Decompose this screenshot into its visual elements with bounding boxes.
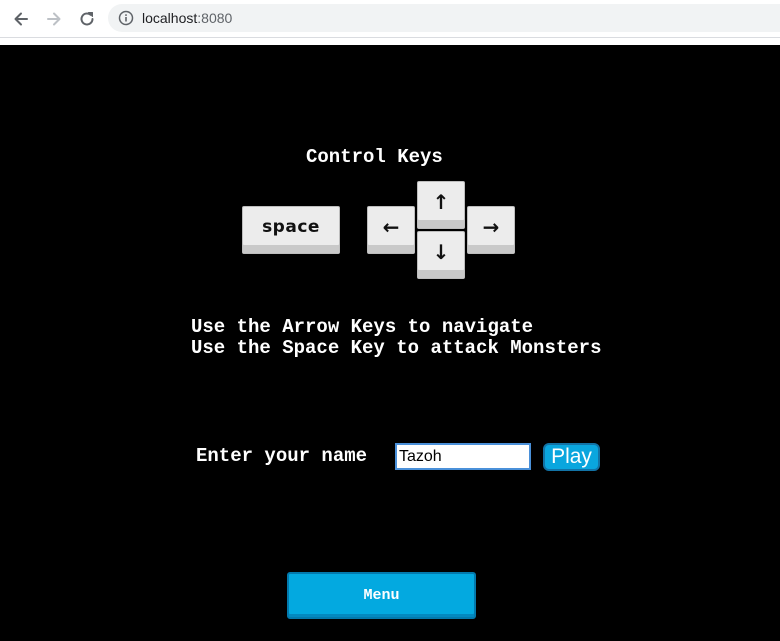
- left-arrow-glyph: ←: [382, 215, 400, 239]
- play-button[interactable]: Play: [543, 443, 600, 471]
- up-arrow-glyph: ↑: [432, 190, 450, 214]
- forward-arrow-icon[interactable]: [42, 7, 66, 31]
- right-arrow-glyph: →: [482, 215, 500, 239]
- url-text: localhost:8080: [142, 10, 232, 26]
- address-bar[interactable]: localhost:8080: [108, 4, 780, 32]
- browser-toolbar: localhost:8080: [0, 0, 780, 38]
- reload-icon[interactable]: [75, 7, 99, 31]
- right-arrow-key-icon: →: [467, 206, 515, 254]
- control-keys-title: Control Keys: [306, 146, 443, 168]
- instruction-navigate: Use the Arrow Keys to navigate: [191, 316, 534, 338]
- url-port: :8080: [197, 10, 233, 26]
- down-arrow-key-icon: ↓: [417, 231, 465, 279]
- up-arrow-key-icon: ↑: [417, 181, 465, 229]
- left-arrow-key-icon: ←: [367, 206, 415, 254]
- url-host: localhost: [142, 10, 198, 26]
- name-input[interactable]: [395, 443, 531, 470]
- name-label: Enter your name: [196, 445, 368, 467]
- back-arrow-icon[interactable]: [9, 7, 33, 31]
- space-key-label: space: [262, 217, 320, 237]
- space-key-icon: space: [242, 206, 340, 254]
- instruction-attack: Use the Space Key to attack Monsters: [191, 337, 602, 359]
- menu-button-label: Menu: [363, 587, 400, 604]
- down-arrow-glyph: ↓: [432, 240, 450, 264]
- game-canvas[interactable]: Control Keys space ← ↑ ↓ → Use the Arrow…: [0, 45, 780, 641]
- info-icon[interactable]: [118, 10, 134, 26]
- menu-button[interactable]: Menu: [287, 572, 476, 619]
